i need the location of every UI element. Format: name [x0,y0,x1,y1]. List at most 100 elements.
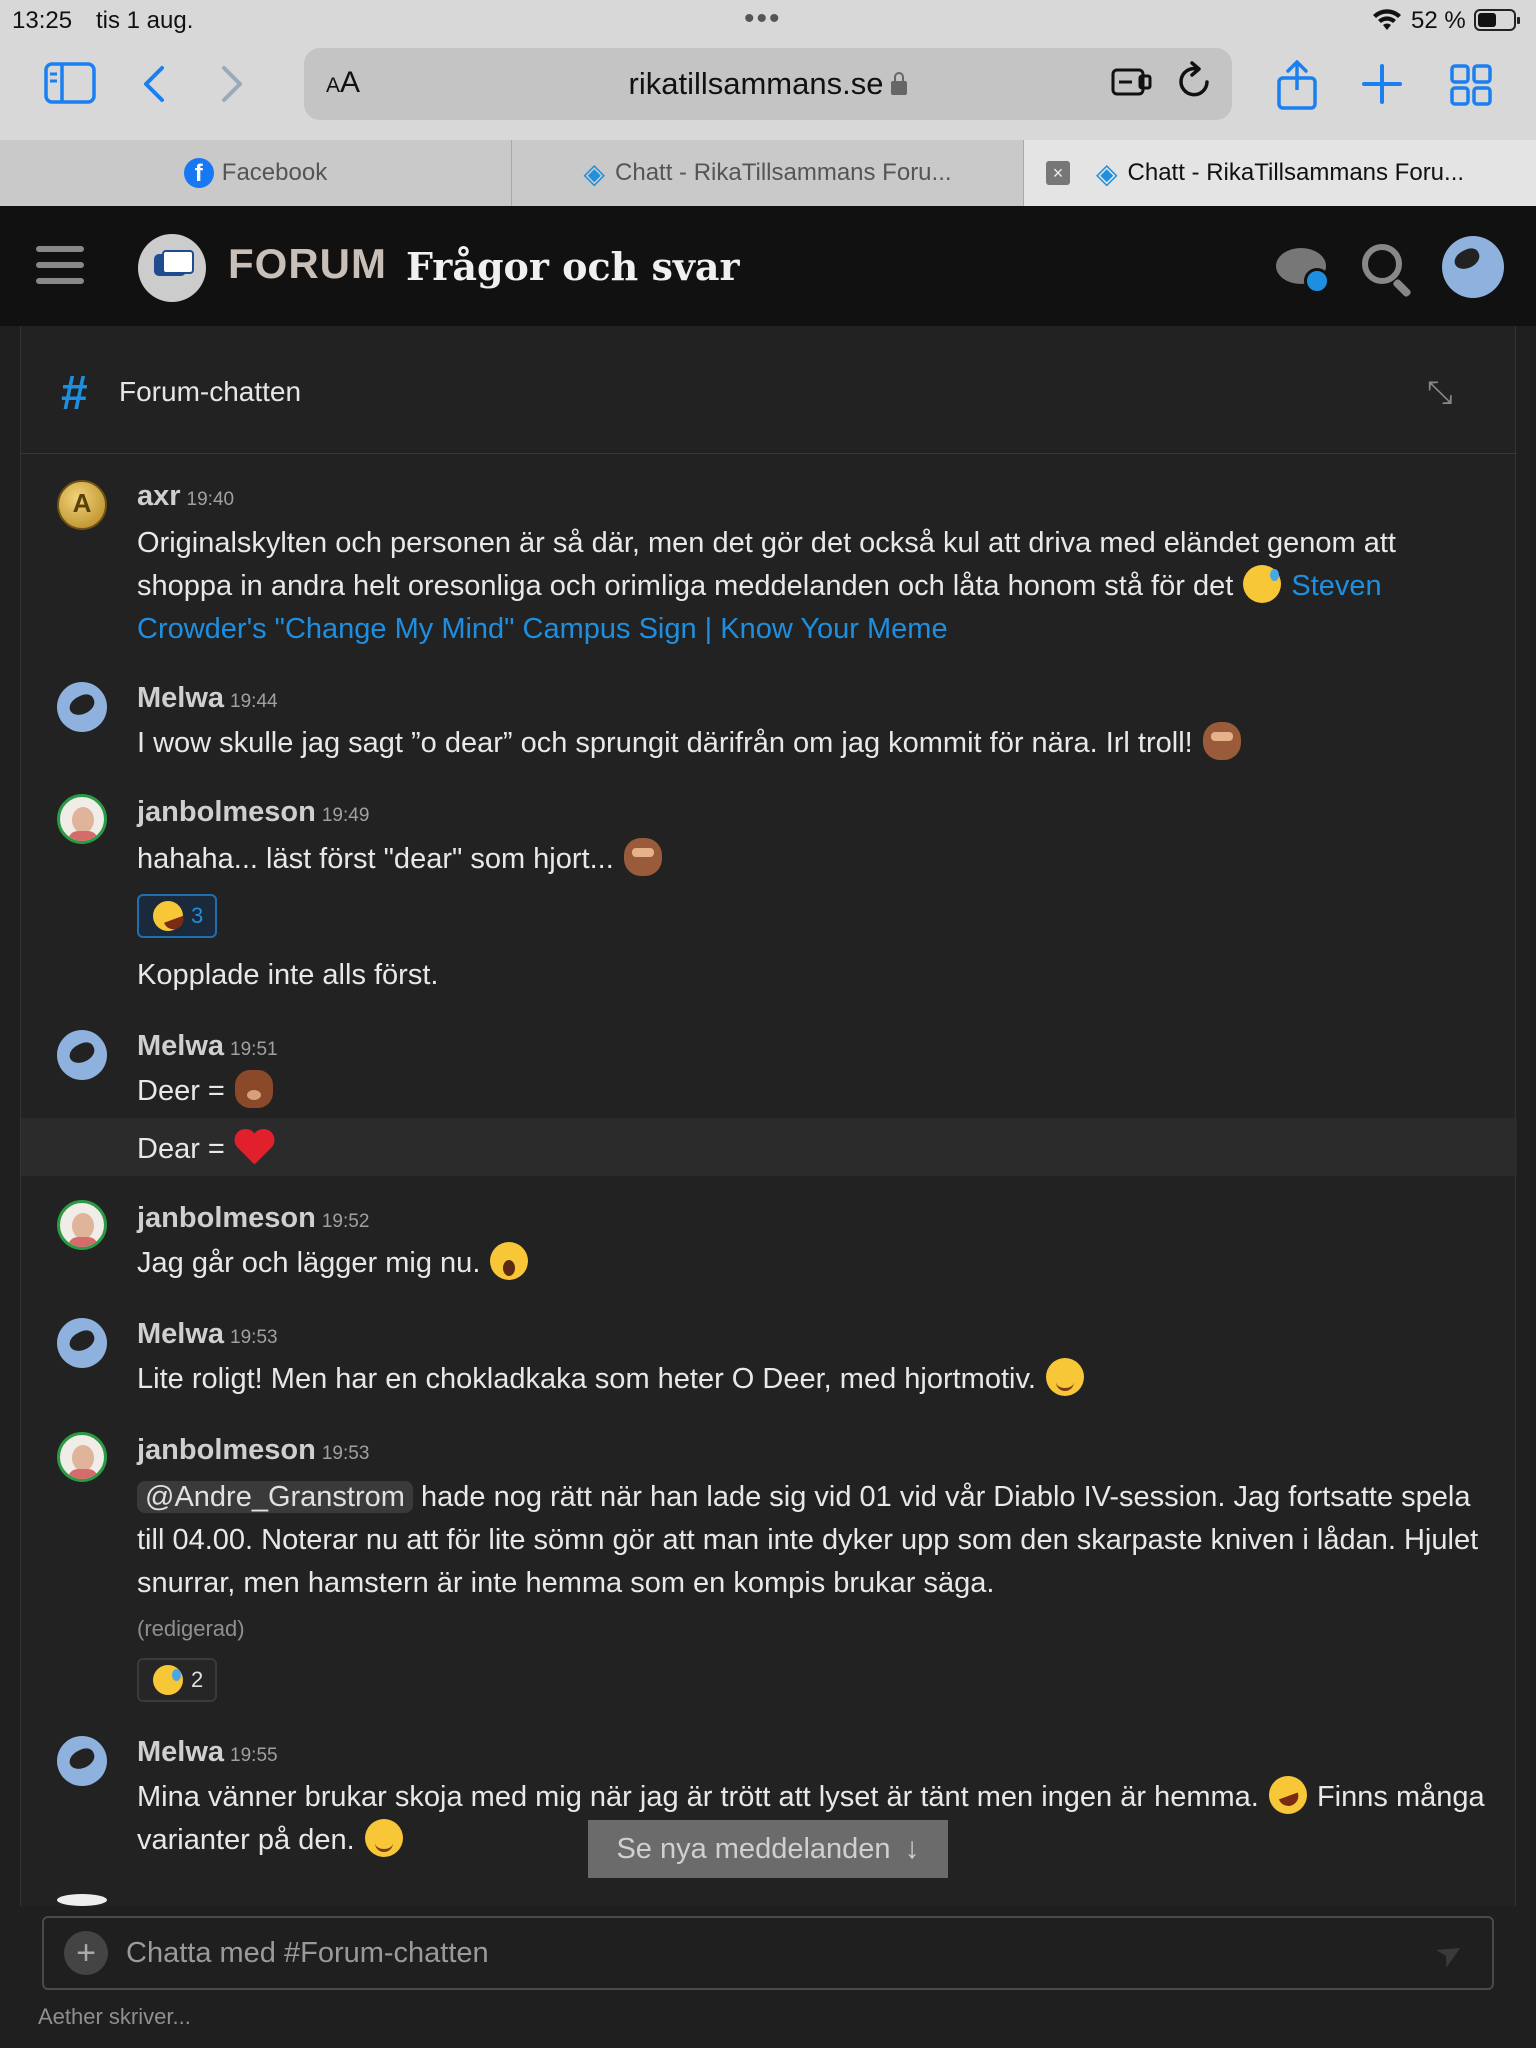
sidebar-icon[interactable] [44,62,96,104]
user-avatar[interactable] [1442,236,1504,298]
message-text: @Andre_Granstrom hade nog rätt när han l… [137,1481,1479,1599]
avatar[interactable] [57,480,107,530]
forum-subtitle: Frågor och svar [406,244,740,289]
message-author[interactable]: janbolmeson 19:52 [137,1202,369,1235]
reaction-button[interactable]: 3 [137,894,218,938]
message-author[interactable]: axr 19:40 [137,480,234,513]
tab-facebook[interactable]: f Facebook [0,140,512,206]
message-text: hahaha... läst först "dear" som hjort... [137,838,1497,881]
tab-chatt-active[interactable]: × ◈ Chatt - RikaTillsammans Foru... [1024,140,1536,206]
message-time: 19:40 [186,489,235,510]
chat-composer: + ➤ [42,1916,1494,1990]
multitasking-dots-icon[interactable]: ••• [744,2,782,36]
avatar[interactable] [57,794,107,844]
message-author[interactable]: Melwa 19:44 [137,682,278,715]
extension-icon[interactable] [1110,64,1154,100]
rikatillsammans-icon: ◈ [583,157,606,189]
forum-logo-text[interactable]: FORUM [228,240,387,288]
message-text: Kopplade inte alls först. [137,959,439,991]
message-time: 19:53 [321,1443,370,1464]
chat-input[interactable] [126,1930,1376,1976]
url-text: rikatillsammans.se [628,66,884,101]
message-text: Deer = [137,1070,1497,1113]
tab-label: Chatt - RikaTillsammans Foru... [615,159,952,186]
reaction-count: 3 [191,903,204,928]
message-time: 19:49 [321,805,370,826]
share-icon[interactable] [1276,60,1318,110]
red-heart-emoji-icon [235,1128,275,1166]
avatar[interactable] [57,1736,107,1786]
back-icon[interactable] [140,64,168,104]
add-attachment-icon[interactable]: + [64,1931,108,1975]
battery-icon [1474,9,1520,31]
search-icon[interactable] [1362,244,1414,298]
channel-header: # Forum-chatten ⤡ [21,326,1517,454]
message-author[interactable]: Melwa 19:51 [137,1030,278,1063]
status-bar: 13:25 tis 1 aug. ••• 52 % [0,0,1536,40]
message-time: 19:51 [230,1039,278,1060]
browser-toolbar: AA rikatillsammans.se [0,40,1536,140]
blush-emoji-icon [364,1819,403,1857]
battery-percent: 52 % [1411,7,1466,34]
avatar[interactable] [57,1030,107,1080]
status-time: 13:25 [12,7,73,34]
sweat-smile-emoji-icon [153,1665,183,1695]
new-messages-label: Se nya meddelanden [616,1832,891,1865]
forum-logo-icon[interactable] [138,234,206,302]
address-bar[interactable]: AA rikatillsammans.se [304,48,1232,120]
channel-hash-icon: # [61,367,88,420]
message-text: Jag går och lägger mig nu. [137,1242,1497,1285]
browser-tab-bar: f Facebook ◈ Chatt - RikaTillsammans For… [0,140,1536,206]
close-tab-icon[interactable]: × [1046,161,1070,185]
hamburger-menu-icon[interactable] [36,246,84,294]
message-author[interactable]: janbolmeson 19:53 [137,1434,369,1467]
tab-overview-icon[interactable] [1450,64,1492,106]
status-date: tis 1 aug. [96,7,194,34]
reaction-count: 2 [191,1667,204,1692]
avatar [57,1894,107,1906]
collapse-icon[interactable]: ⤡ [1427,374,1453,412]
new-messages-button[interactable]: Se nya meddelanden ↓ [588,1820,948,1878]
message-text: Dear = [137,1128,1497,1171]
channel-name: Forum-chatten [119,376,302,407]
sweat-smile-emoji-icon [1243,565,1282,603]
edited-label: (redigerad) [137,1616,245,1641]
message-author[interactable]: janbolmeson 19:49 [137,796,369,829]
reaction-button[interactable]: 2 [137,1658,218,1702]
see-no-evil-monkey-emoji-icon [623,838,662,876]
rikatillsammans-icon: ◈ [1095,157,1118,189]
facebook-icon: f [183,158,214,188]
lock-icon [891,72,908,95]
tab-chatt-1[interactable]: ◈ Chatt - RikaTillsammans Foru... [512,140,1024,206]
forum-header: FORUM Frågor och svar [0,206,1536,326]
chat-icon[interactable] [1272,244,1330,294]
message-text: Originalskylten och personen är så där, … [137,527,1396,645]
arrow-down-icon: ↓ [904,1832,920,1865]
rofl-emoji-icon [148,896,188,936]
wifi-icon [1373,9,1401,30]
avatar[interactable] [57,1200,107,1250]
avatar[interactable] [57,682,107,732]
forward-icon[interactable] [218,64,246,104]
message-author[interactable]: Melwa 19:53 [137,1318,278,1351]
chat-panel: # Forum-chatten ⤡ axr19:40 Originalskylt… [20,326,1517,1906]
avatar[interactable] [57,1318,107,1368]
typing-indicator: Aether skriver... [38,2004,191,2029]
reload-icon[interactable] [1176,60,1214,102]
see-no-evil-monkey-emoji-icon [1202,722,1241,760]
new-tab-icon[interactable] [1362,64,1402,104]
avatar[interactable] [57,1432,107,1482]
send-icon[interactable]: ➤ [1428,1930,1470,1976]
tab-label: Chatt - RikaTillsammans Foru... [1127,159,1465,186]
message-text: I wow skulle jag sagt ”o dear” och sprun… [137,722,1497,765]
message-author[interactable]: Melwa 19:55 [137,1736,278,1769]
deer-emoji-icon [234,1070,273,1108]
message-time: 19:52 [321,1211,370,1232]
tab-label: Facebook [221,159,328,186]
user-mention[interactable]: @Andre_Granstrom [137,1481,413,1513]
message-time: 19:44 [230,691,278,712]
message-time: 19:55 [230,1745,278,1766]
rofl-emoji-icon [1263,1770,1313,1820]
message-text: Lite roligt! Men har en chokladkaka som … [137,1358,1497,1401]
screaming-face-emoji-icon [490,1242,529,1280]
